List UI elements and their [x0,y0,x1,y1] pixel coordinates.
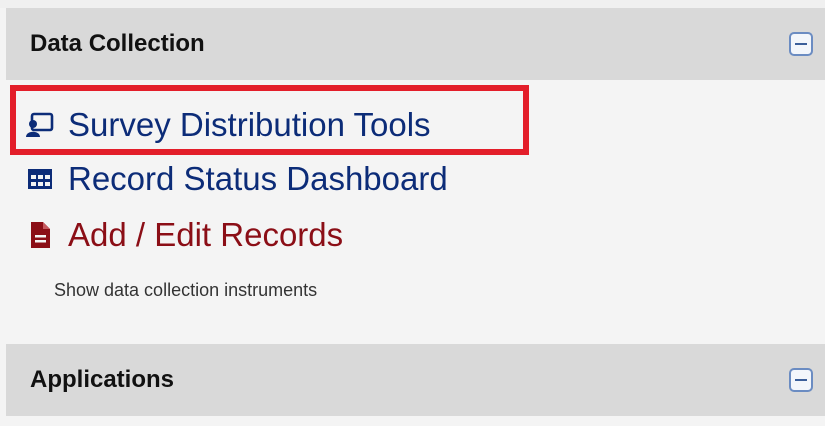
table-grid-icon [26,165,54,193]
nav-label-add-edit-records: Add / Edit Records [68,216,344,253]
nav-label-record-status-dashboard: Record Status Dashboard [68,160,448,197]
section-title-applications: Applications [30,366,175,393]
nav-label-survey-distribution-tools: Survey Distribution Tools [68,106,431,143]
survey-distribution-icon [26,111,54,139]
sidebar-panel: Data Collection Survey Distribution Tool… [0,0,825,426]
top-strip [0,0,825,8]
document-icon [26,221,54,249]
section-header-applications[interactable]: Applications [6,344,825,416]
nav-item-record-status-dashboard[interactable]: Record Status Dashboard [26,154,448,204]
section-header-data-collection[interactable]: Data Collection [6,8,825,80]
collapse-icon[interactable] [789,368,813,392]
section-body-data-collection: Survey Distribution Tools Record Status … [6,80,825,344]
nav-item-add-edit-records[interactable]: Add / Edit Records [26,210,343,260]
show-instruments-link[interactable]: Show data collection instruments [54,280,317,301]
section-title-data-collection: Data Collection [30,30,205,57]
collapse-icon[interactable] [789,32,813,56]
nav-item-survey-distribution-tools[interactable]: Survey Distribution Tools [26,100,431,150]
